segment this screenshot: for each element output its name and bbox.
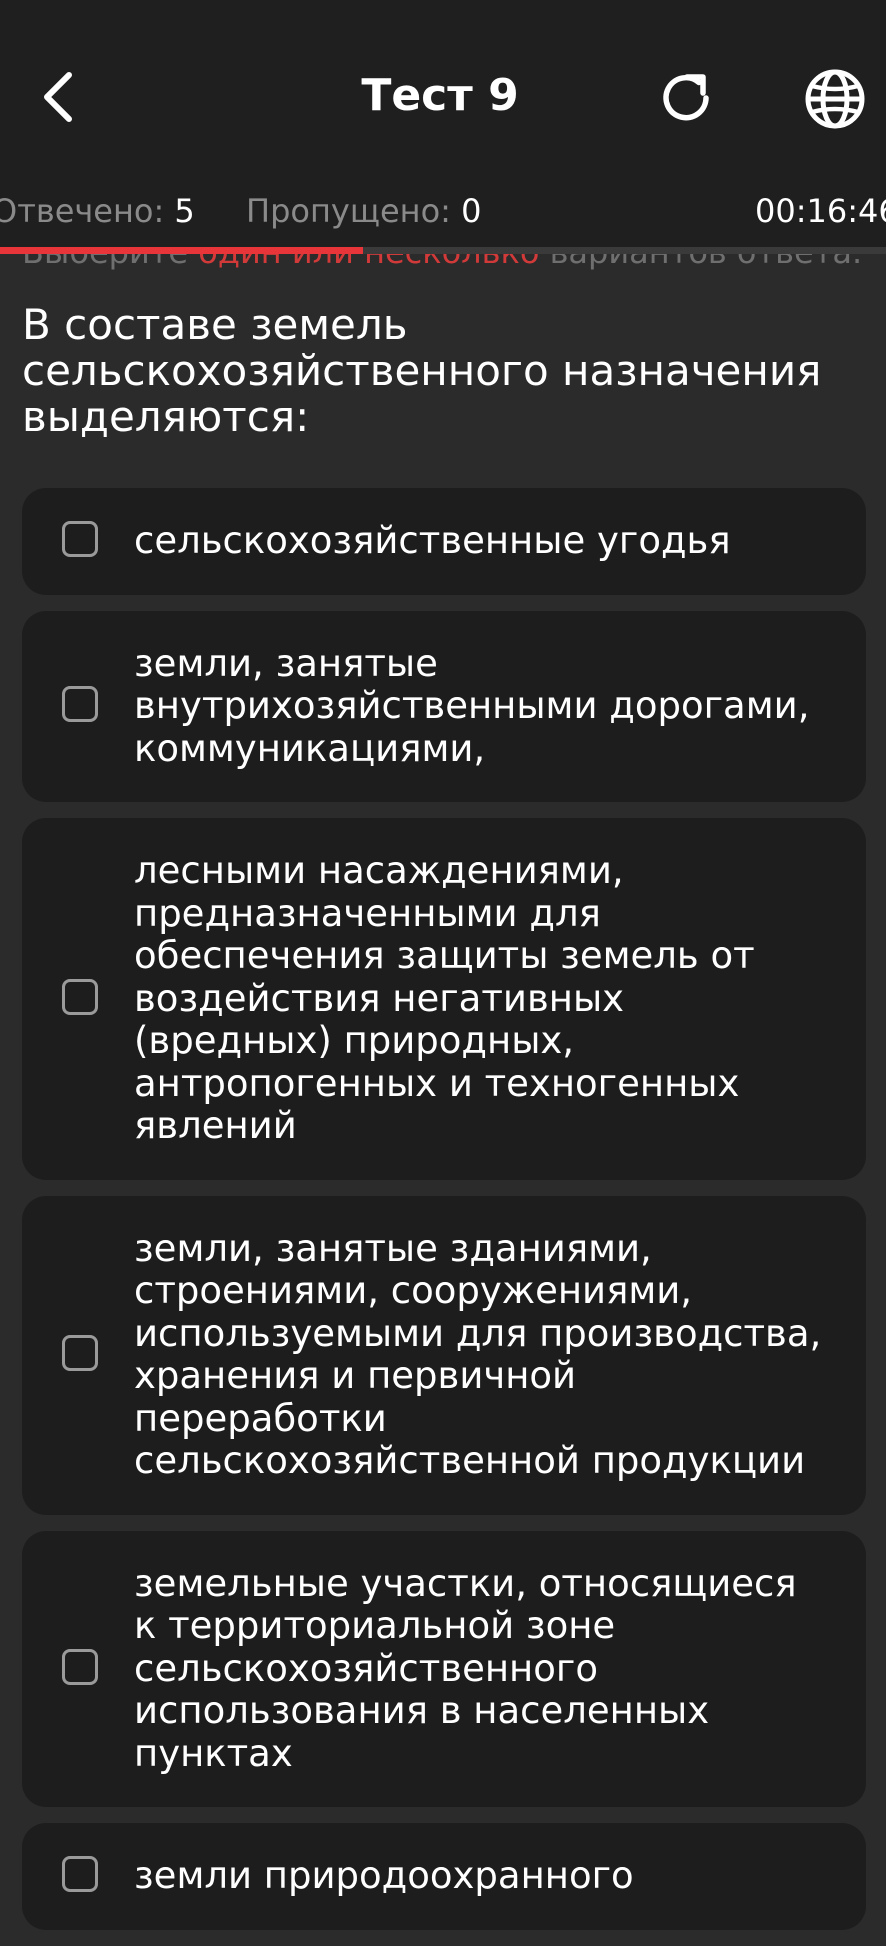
answer-options: сельскохозяйственные угодья земли, занят… <box>22 488 866 1946</box>
back-button[interactable] <box>22 62 92 132</box>
checkbox-icon[interactable] <box>62 978 98 1015</box>
answer-option-label: земли природоохранного <box>134 1854 634 1897</box>
answer-option[interactable]: земельные участки, относящиеся к террито… <box>22 1530 866 1807</box>
checkbox-icon[interactable] <box>62 1335 98 1371</box>
page-title: Тест 9 <box>361 70 519 121</box>
checkbox-icon[interactable] <box>62 1856 98 1893</box>
language-button[interactable] <box>798 62 872 136</box>
answer-option[interactable]: земли природоохранного <box>22 1823 866 1930</box>
skipped-count: 0 <box>461 192 482 230</box>
checkbox-icon[interactable] <box>62 521 98 558</box>
progress-bar-fill <box>0 247 364 254</box>
stats-row: Отвечено: 5 Пропущено: 0 00:16:46 <box>0 186 886 236</box>
answer-option[interactable]: сельскохозяйственные угодья <box>22 488 866 595</box>
answer-option-label: земли, занятые внутрихозяйственными доро… <box>134 641 810 770</box>
answered-count: 5 <box>174 192 195 230</box>
answer-option[interactable]: лесными насаждениями, предназначенными д… <box>22 818 866 1180</box>
question-text: В составе земель сельскохозяйственного н… <box>22 300 822 441</box>
top-bar: Тест 9 Отвечено: 5 Пропущено: 0 00:16:46 <box>0 0 886 254</box>
reload-button[interactable] <box>650 62 722 134</box>
reload-icon <box>663 74 709 121</box>
progress-bar <box>0 247 886 254</box>
answer-option-label: лесными насаждениями, предназначенными д… <box>134 849 755 1147</box>
answered-label: Отвечено: <box>0 192 165 230</box>
skipped-label: Пропущено: <box>246 192 451 230</box>
checkbox-icon[interactable] <box>62 1648 98 1685</box>
timer: 00:16:46 <box>755 192 886 230</box>
answer-option-label: сельскохозяйственные угодья <box>134 519 731 562</box>
chevron-left-icon <box>44 72 72 122</box>
globe-icon <box>805 69 865 129</box>
answer-option-label: земельные участки, относящиеся к террито… <box>134 1561 797 1775</box>
answer-option[interactable]: земли, занятые внутрихозяйственными доро… <box>22 610 866 802</box>
checkbox-icon[interactable] <box>62 686 98 723</box>
answer-option-label: земли, занятые зданиями, строениями, соо… <box>134 1226 822 1482</box>
answer-option[interactable]: земли, занятые зданиями, строениями, соо… <box>22 1195 866 1515</box>
skipped-stat: Пропущено: 0 <box>246 186 481 236</box>
answered-stat: Отвечено: 5 <box>0 186 195 236</box>
